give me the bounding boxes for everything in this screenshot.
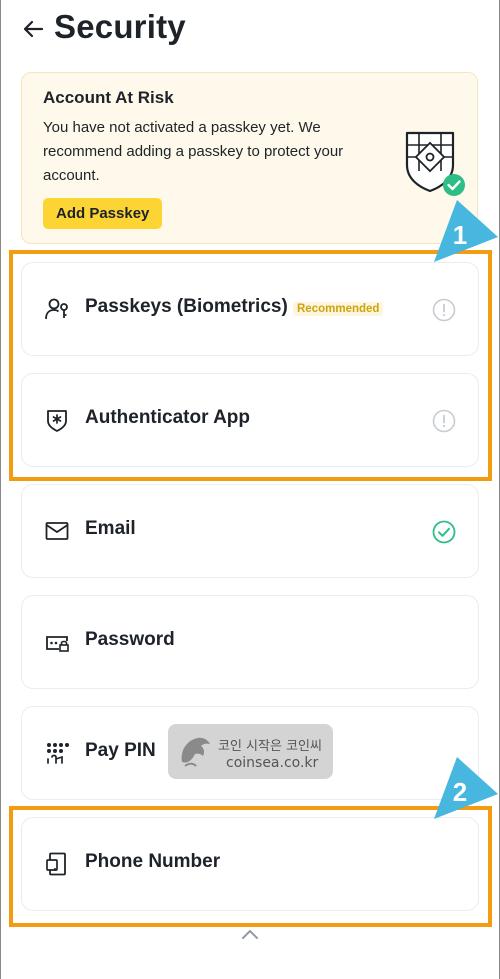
warning-icon bbox=[432, 298, 456, 322]
item-label: Email bbox=[85, 518, 136, 539]
security-item-email[interactable]: Email bbox=[21, 484, 479, 578]
back-arrow-icon bbox=[23, 20, 44, 38]
watermark-line1: 코인 시작은 코인씨 bbox=[218, 739, 322, 754]
chevron-up-icon[interactable] bbox=[238, 924, 262, 944]
account-risk-banner: Account At Risk You have not activated a… bbox=[21, 72, 478, 244]
warning-icon bbox=[432, 409, 456, 433]
item-label: Passkeys (Biometrics) bbox=[85, 296, 288, 317]
shield-check-icon bbox=[405, 131, 465, 196]
item-label: Password bbox=[85, 629, 175, 650]
security-item-authenticator[interactable]: Authenticator App bbox=[21, 373, 479, 467]
page-title: Security bbox=[54, 8, 186, 45]
risk-message: You have not activated a passkey yet. We… bbox=[43, 119, 344, 184]
item-label: Authenticator App bbox=[85, 407, 251, 428]
item-label: Phone Number bbox=[85, 851, 221, 872]
authenticator-icon bbox=[47, 410, 67, 432]
add-passkey-button[interactable]: Add Passkey bbox=[43, 198, 163, 229]
password-icon bbox=[46, 636, 69, 652]
item-label: Pay PIN bbox=[85, 740, 156, 761]
phone-icon bbox=[46, 852, 66, 876]
recommended-badge: Recommended bbox=[293, 302, 384, 316]
watermark: 코인 시작은 코인씨 coinsea.co.kr bbox=[168, 724, 333, 779]
back-button[interactable] bbox=[18, 14, 48, 44]
security-item-passkeys[interactable]: Passkeys (Biometrics) Recommended bbox=[21, 262, 479, 356]
check-circle-icon bbox=[432, 520, 456, 544]
security-item-phone[interactable]: Phone Number bbox=[21, 817, 479, 911]
dolphin-logo-icon bbox=[181, 737, 210, 767]
risk-title: Account At Risk bbox=[43, 88, 174, 107]
security-item-password[interactable]: Password bbox=[21, 595, 479, 689]
watermark-line2: coinsea.co.kr bbox=[226, 755, 319, 771]
passkey-icon bbox=[45, 298, 68, 320]
header: Security bbox=[0, 0, 500, 60]
pin-icon bbox=[47, 743, 69, 764]
email-icon bbox=[45, 522, 69, 540]
